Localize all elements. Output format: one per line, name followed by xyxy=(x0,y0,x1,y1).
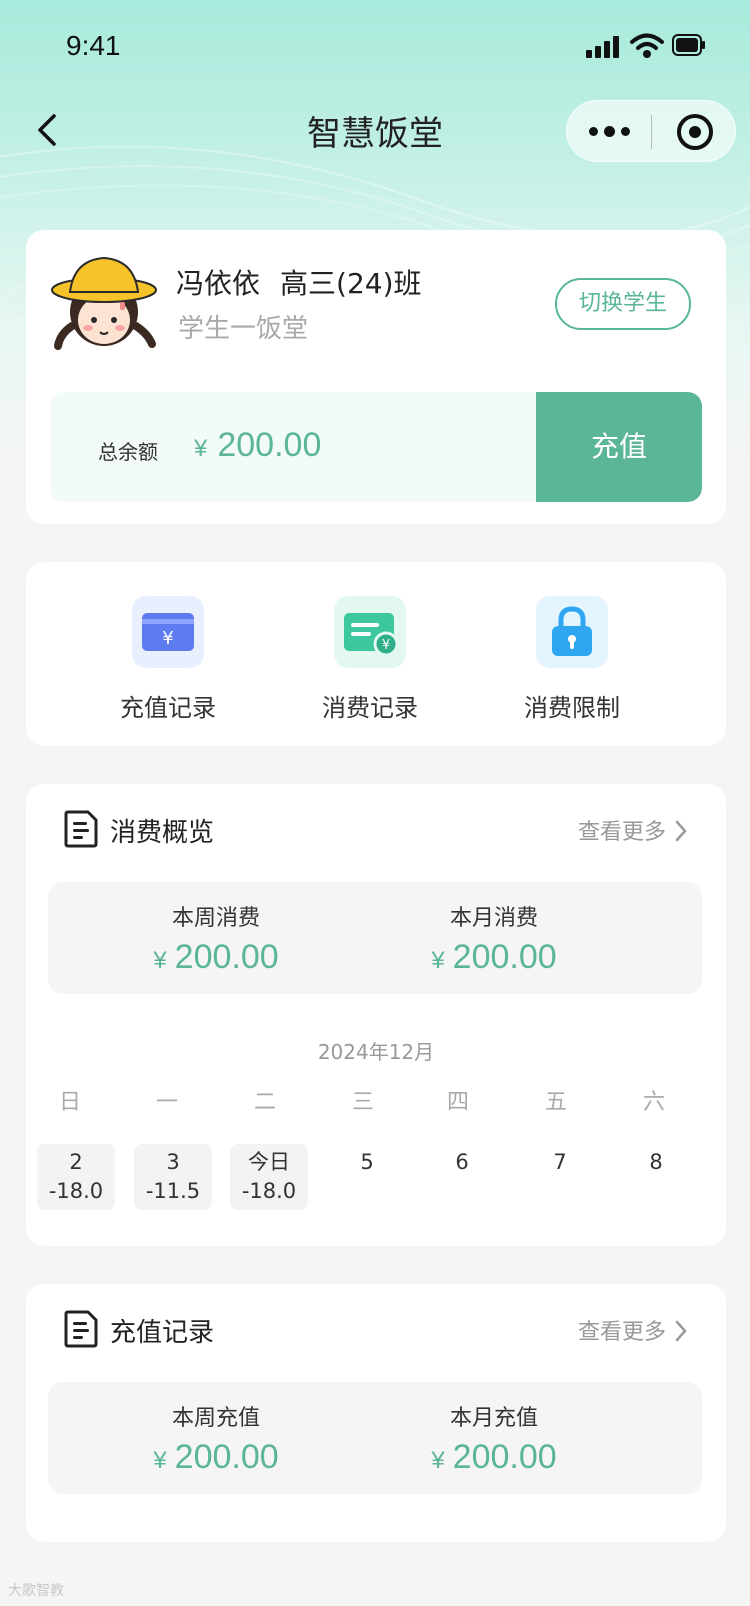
student-card: 冯依依 高三(24)班 学生一饭堂 切换学生 总余额 ¥200.00 充值 xyxy=(26,230,726,524)
lock-icon xyxy=(536,596,608,668)
status-time: 9:41 xyxy=(66,30,121,61)
day-number: 7 xyxy=(553,1150,567,1174)
recharge-button[interactable]: 充值 xyxy=(536,392,702,502)
svg-text:¥: ¥ xyxy=(382,638,390,653)
calendar-day[interactable]: 2 -18.0 xyxy=(37,1144,115,1210)
weekday-label: 六 xyxy=(642,1090,665,1115)
view-more-label: 查看更多 xyxy=(577,820,666,845)
week-recharge: 本周充值 ¥200.00 xyxy=(66,1400,366,1477)
month-recharge: 本月充值 ¥200.00 xyxy=(344,1400,644,1477)
svg-text:¥: ¥ xyxy=(162,628,173,649)
day-amount: -18.0 xyxy=(241,1179,297,1203)
stat-amount: 200.00 xyxy=(174,938,279,976)
calendar-month: 2024年12月 xyxy=(317,1040,435,1064)
stat-value: ¥200.00 xyxy=(344,938,644,977)
currency-symbol: ¥ xyxy=(153,947,167,974)
quick-action-label: 消费记录 xyxy=(322,694,418,722)
watermark: 大歌智教 xyxy=(8,1583,64,1599)
calendar-day-today[interactable]: 今日 -18.0 xyxy=(230,1144,308,1210)
cellular-signal-icon xyxy=(586,36,619,58)
recharge-stats: 本周充值 ¥200.00 本月充值 ¥200.00 xyxy=(48,1382,702,1494)
document-icon xyxy=(64,810,98,848)
day-number: 8 xyxy=(649,1150,663,1174)
close-target-icon[interactable] xyxy=(677,114,713,150)
weekday-label: 二 xyxy=(253,1090,276,1115)
day-number: 5 xyxy=(360,1150,374,1174)
more-menu-icon[interactable] xyxy=(589,126,630,137)
wallet-yen-icon: ¥ xyxy=(132,596,204,668)
quick-action-consumption-records[interactable]: ¥ 消费记录 xyxy=(300,596,440,723)
stat-label: 本周消费 xyxy=(171,906,260,931)
consumption-stats: 本周消费 ¥200.00 本月消费 ¥200.00 xyxy=(48,882,702,994)
battery-icon xyxy=(672,34,705,56)
day-number: 今日 xyxy=(248,1150,290,1174)
quick-actions-card: ¥ 充值记录 ¥ 消费记录 消费限制 xyxy=(26,562,726,746)
weekday-label: 日 xyxy=(58,1090,81,1115)
quick-action-label: 消费限制 xyxy=(524,694,620,722)
chevron-right-icon xyxy=(675,820,687,842)
weekday-label: 五 xyxy=(544,1090,567,1115)
balance-amount: ¥200.00 xyxy=(194,426,321,465)
view-more-link[interactable]: 查看更多 xyxy=(578,814,688,846)
week-consumption: 本周消费 ¥200.00 xyxy=(66,900,366,977)
quick-action-recharge-records[interactable]: ¥ 充值记录 xyxy=(98,596,238,723)
day-number: 6 xyxy=(455,1150,469,1174)
day-number: 3 xyxy=(166,1150,180,1174)
month-consumption: 本月消费 ¥200.00 xyxy=(344,900,644,977)
calendar-day[interactable]: 5 xyxy=(328,1144,406,1210)
quick-action-label: 充值记录 xyxy=(120,694,216,722)
quick-action-consumption-limit[interactable]: 消费限制 xyxy=(502,596,642,723)
weekday-label: 四 xyxy=(446,1090,469,1115)
document-icon xyxy=(64,1310,98,1348)
stat-label: 本月消费 xyxy=(449,906,538,931)
switch-student-button[interactable]: 切换学生 xyxy=(555,278,691,330)
chevron-right-icon xyxy=(675,1320,687,1342)
consumption-overview-card: 消费概览 查看更多 本周消费 ¥200.00 本月消费 ¥200.00 2024… xyxy=(26,784,726,1246)
day-amount: -18.0 xyxy=(48,1179,104,1203)
section-title: 充值记录 xyxy=(110,1318,215,1348)
student-name-line: 冯依依 高三(24)班 xyxy=(176,262,442,302)
stat-value: ¥200.00 xyxy=(66,1438,366,1477)
stat-label: 本月充值 xyxy=(449,1406,538,1431)
consumption-header: 消费概览 查看更多 xyxy=(64,810,688,850)
weekday-label: 一 xyxy=(155,1090,178,1115)
calendar-day[interactable]: 8 xyxy=(617,1144,695,1210)
calendar-day[interactable]: 7 xyxy=(521,1144,599,1210)
recharge-header: 充值记录 查看更多 xyxy=(64,1310,688,1350)
calendar-day[interactable]: 6 xyxy=(423,1144,501,1210)
balance-value: 200.00 xyxy=(217,426,322,464)
wifi-icon xyxy=(630,33,664,58)
stat-value: ¥200.00 xyxy=(344,1438,644,1477)
mini-program-capsule xyxy=(566,100,736,162)
calendar-day[interactable]: 3 -11.5 xyxy=(134,1144,212,1210)
stat-amount: 200.00 xyxy=(174,1438,279,1476)
section-title: 消费概览 xyxy=(110,818,215,848)
balance-panel: 总余额 ¥200.00 充值 xyxy=(50,392,702,502)
day-amount: -11.5 xyxy=(145,1179,201,1203)
bill-yen-icon: ¥ xyxy=(334,596,406,668)
currency-symbol: ¥ xyxy=(431,1447,445,1474)
currency-symbol: ¥ xyxy=(194,435,208,462)
status-bar: 9:41 xyxy=(0,0,750,90)
currency-symbol: ¥ xyxy=(431,947,445,974)
stat-label: 本周充值 xyxy=(171,1406,260,1431)
stat-amount: 200.00 xyxy=(452,1438,557,1476)
avatar xyxy=(51,256,157,350)
canteen-name: 学生一饭堂 xyxy=(178,314,309,344)
view-more-label: 查看更多 xyxy=(577,1320,666,1345)
weekday-label: 三 xyxy=(351,1090,374,1115)
view-more-link[interactable]: 查看更多 xyxy=(578,1314,688,1346)
balance-label: 总余额 xyxy=(98,440,158,464)
navigation-bar: 智慧饭堂 xyxy=(0,96,750,168)
student-class: 高三(24)班 xyxy=(280,267,422,300)
currency-symbol: ¥ xyxy=(153,1447,167,1474)
recharge-records-card: 充值记录 查看更多 本周充值 ¥200.00 本月充值 ¥200.00 xyxy=(26,1284,726,1542)
student-name: 冯依依 xyxy=(176,267,261,300)
stat-value: ¥200.00 xyxy=(66,938,366,977)
capsule-divider xyxy=(651,115,652,149)
stat-amount: 200.00 xyxy=(452,938,557,976)
day-number: 2 xyxy=(69,1150,83,1174)
